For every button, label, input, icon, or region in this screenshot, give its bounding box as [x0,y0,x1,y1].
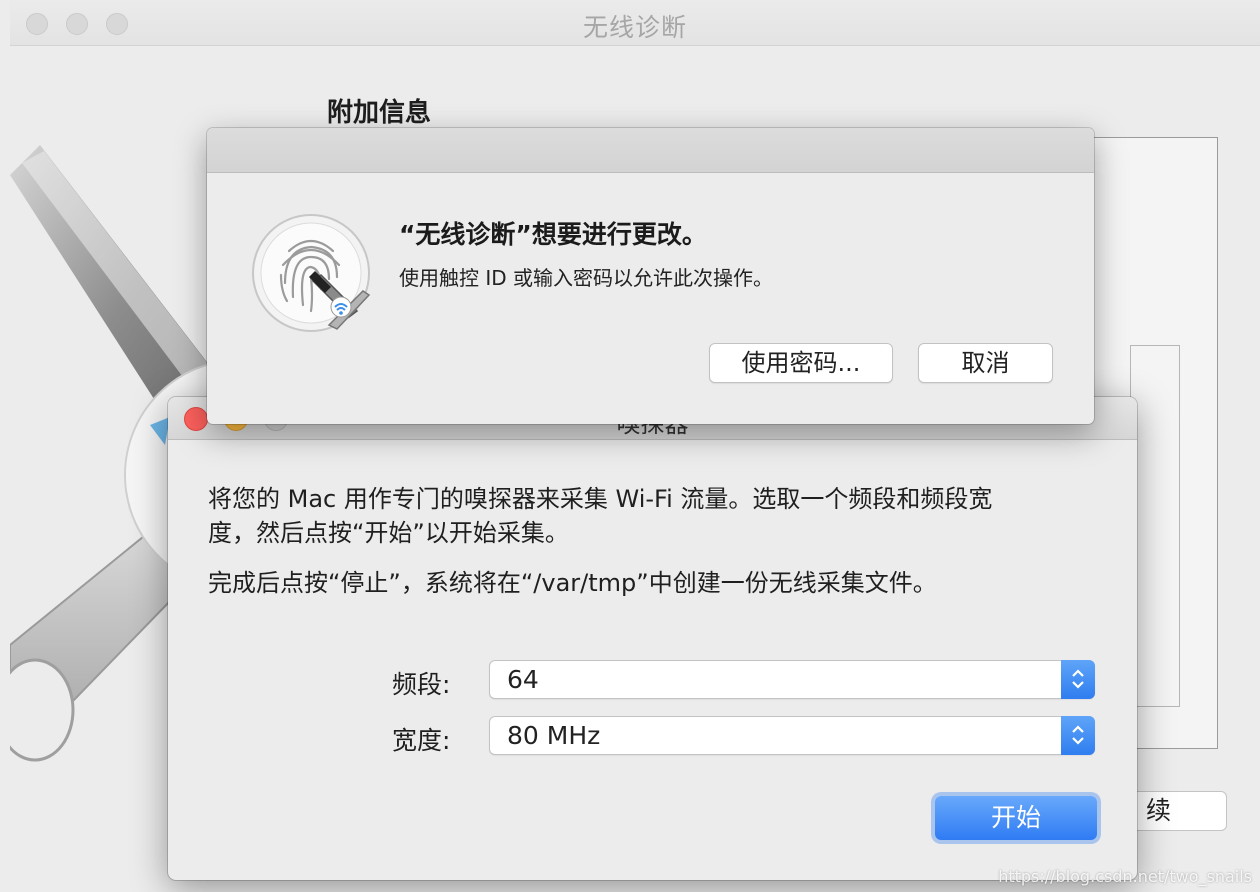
main-titlebar: 无线诊断 [10,0,1260,46]
width-select[interactable]: 80 MHz [489,716,1095,755]
description-line: 完成后点按“停止”，系统将在“/var/tmp”中创建一份无线采集文件。 [208,569,937,597]
channel-label: 频段: [392,670,451,699]
auth-dialog-title: “无线诊断”想要进行更改。 [399,220,707,249]
stepper-arrows-icon [1061,660,1095,699]
description-line: 度，然后点按“开始”以开始采集。 [208,519,569,547]
auth-dialog-header [207,128,1094,173]
use-password-button[interactable]: 使用密码... [709,343,893,383]
start-button[interactable]: 开始 [935,796,1097,840]
touchid-wrench-icon [252,214,371,332]
channel-select[interactable]: 64 [489,660,1095,699]
channel-value: 64 [507,665,539,694]
description-line: 将您的 Mac 用作专门的嗅探器来采集 Wi-Fi 流量。选取一个频段和频段宽 [208,485,993,513]
section-title: 附加信息 [327,98,432,128]
watermark: https://blog.csdn.net/two_snails [998,867,1252,886]
cancel-button[interactable]: 取消 [918,343,1053,383]
inner-panel [1130,345,1180,707]
window-title: 无线诊断 [582,13,687,42]
auth-dialog: “无线诊断”想要进行更改。 使用触控 ID 或输入密码以允许此次操作。 使用密码… [207,128,1094,424]
continue-button[interactable]: 续 [1125,791,1227,831]
auth-dialog-message: 使用触控 ID 或输入密码以允许此次操作。 [399,266,774,290]
width-label: 宽度: [392,726,451,755]
width-value: 80 MHz [507,721,601,750]
stepper-arrows-icon [1061,716,1095,755]
sniffer-window: 嗅探器 将您的 Mac 用作专门的嗅探器来采集 Wi-Fi 流量。选取一个频段和… [168,397,1137,880]
